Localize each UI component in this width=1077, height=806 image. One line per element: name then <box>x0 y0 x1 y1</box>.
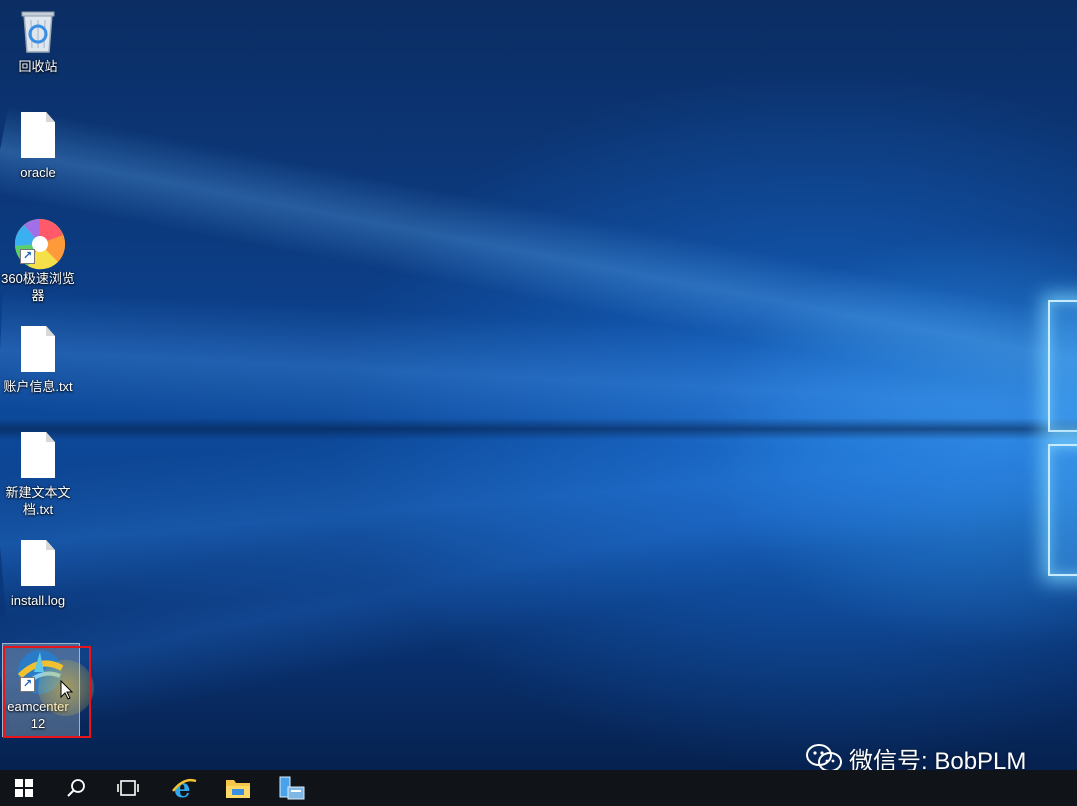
desktop-icon-360-browser[interactable]: ↗ 360极速浏览 器 <box>0 218 76 304</box>
task-view-button[interactable] <box>104 770 152 806</box>
windows-logo-wallpaper <box>1048 300 1077 580</box>
wechat-watermark: 微信号: BobPLM <box>805 742 1026 770</box>
start-icon <box>15 779 33 797</box>
desktop-icon-label: 360极速浏览 器 <box>1 271 75 303</box>
desktop-icon-label: oracle <box>20 165 56 180</box>
task-view-icon <box>117 780 139 796</box>
wechat-icon <box>806 744 842 770</box>
server-manager-button[interactable] <box>268 770 316 806</box>
desktop-icon-label: 新建文本文 档.txt <box>5 485 71 517</box>
desktop-icon-label: 回收站 <box>18 59 58 74</box>
internet-explorer-button[interactable]: e <box>160 770 208 806</box>
desktop-icon-account-info[interactable]: 账户信息.txt <box>0 326 76 395</box>
taskbar: e <box>0 770 1077 806</box>
desktop-icon-recycle-bin[interactable]: 回收站 <box>0 6 76 75</box>
annotation-red-box <box>3 646 91 738</box>
shortcut-arrow-icon: ↗ <box>20 249 35 264</box>
wallpaper-band <box>0 418 1077 440</box>
server-manager-icon <box>279 776 305 800</box>
desktop-icon-oracle[interactable]: oracle <box>0 112 76 181</box>
text-file-icon <box>14 540 62 588</box>
recycle-bin-icon <box>14 6 62 54</box>
desktop-icon-label: 账户信息.txt <box>3 379 73 394</box>
file-explorer-icon <box>226 780 250 798</box>
desktop[interactable]: 回收站 oracle ↗ 360极速浏览 器 账户信息.txt 新建文本文 档.… <box>0 0 1077 770</box>
file-explorer-button[interactable] <box>214 770 262 806</box>
search-button[interactable] <box>52 770 100 806</box>
text-file-icon <box>14 432 62 480</box>
text-file-icon <box>14 112 62 160</box>
start-button[interactable] <box>0 770 48 806</box>
desktop-icon-new-text-doc[interactable]: 新建文本文 档.txt <box>0 432 76 518</box>
text-file-icon <box>14 326 62 374</box>
desktop-icon-label: install.log <box>10 593 66 608</box>
watermark-text: 微信号: BobPLM <box>849 747 1027 771</box>
browser-360-icon: ↗ <box>14 218 65 270</box>
search-icon <box>67 779 85 797</box>
desktop-icon-install-log[interactable]: install.log <box>0 540 76 609</box>
ie-icon: e <box>172 775 197 801</box>
